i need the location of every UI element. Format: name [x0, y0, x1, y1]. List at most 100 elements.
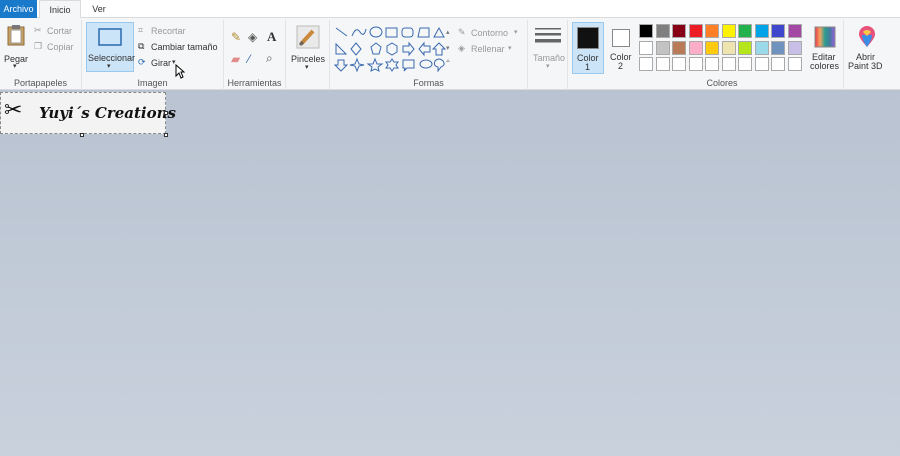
color-swatch[interactable]	[639, 57, 653, 71]
mouse-cursor-icon	[175, 64, 185, 79]
color-swatch[interactable]	[721, 40, 736, 55]
rotate-button[interactable]: ⟳ Girar ▾	[138, 57, 180, 70]
group-formas: ▴ ▾ ⩡ ✎ Contorno ▾ ◈ Rellenar ▾ Formas	[330, 20, 528, 90]
brushes-button[interactable]: Pinceles ▾	[288, 22, 328, 72]
crop-label: Recortar	[151, 26, 186, 36]
scissors-icon: ✂	[34, 25, 42, 35]
color2-swatch	[612, 29, 630, 47]
chevron-down-icon[interactable]: ▾	[305, 63, 309, 71]
color-swatch[interactable]	[655, 57, 670, 71]
scissors-icon: ✂	[4, 97, 23, 122]
clipboard-icon	[7, 25, 25, 46]
fill-label: Rellenar	[471, 44, 505, 54]
eraser-icon[interactable]: ▰	[231, 52, 240, 66]
color2-button[interactable]: Color 2	[608, 22, 634, 74]
group-imagen: Seleccionar ▾ ⌗ Recortar ⧉ Cambiar tamañ…	[82, 20, 224, 90]
pencil-icon[interactable]: ✎	[231, 30, 241, 44]
menu-tabs: Archivo Inicio Ver	[0, 0, 900, 19]
color-swatch[interactable]	[787, 57, 802, 71]
paint3d-icon	[859, 26, 875, 47]
color-swatch[interactable]	[787, 40, 802, 55]
color-swatch[interactable]	[688, 24, 703, 38]
color1-swatch	[577, 27, 599, 49]
select-button[interactable]: Seleccionar ▾	[86, 22, 136, 72]
scroll-up-icon[interactable]: ▴	[446, 28, 450, 36]
select-label: Seleccionar	[88, 53, 136, 63]
color-swatch[interactable]	[721, 57, 736, 71]
group-editar-colores: Editar colores	[808, 20, 844, 90]
canvas-image[interactable]: ✂ Yuyi´s Creations	[0, 92, 176, 134]
resize-label: Cambiar tamaño	[151, 42, 218, 52]
chevron-down-icon: ▾	[514, 29, 518, 36]
ribbon: Pegar ▾ ✂ Cortar ❐ Copiar Portapapeles S…	[0, 18, 900, 90]
color-swatch[interactable]	[705, 40, 719, 55]
group-color1: Color 1	[568, 20, 606, 90]
color-swatch[interactable]	[738, 40, 752, 55]
color-swatch[interactable]	[771, 57, 785, 71]
color-swatch[interactable]	[787, 24, 802, 38]
outline-button: ✎ Contorno ▾	[458, 27, 524, 40]
resize-icon: ⧉	[138, 41, 145, 51]
magnifier-icon[interactable]: ⌕	[266, 51, 273, 66]
color-swatch[interactable]	[655, 24, 670, 38]
open-paint3d-button[interactable]: Abrir Paint 3D	[846, 22, 888, 74]
fill-button: ◈ Rellenar ▾	[458, 43, 524, 56]
chevron-down-icon[interactable]: ▾	[107, 62, 111, 70]
paste-button[interactable]: Pegar ▾	[2, 22, 30, 70]
color2-number: 2	[618, 61, 624, 71]
color-swatch[interactable]	[738, 24, 752, 38]
fill-icon: ◈	[458, 43, 465, 53]
canvas-area[interactable]: ✂ Yuyi´s Creations	[0, 90, 900, 456]
color-swatch[interactable]	[754, 24, 769, 38]
tab-inicio[interactable]: Inicio	[39, 0, 81, 19]
color-swatch[interactable]	[754, 57, 769, 71]
group-label: Colores	[706, 78, 738, 88]
group-label: Portapapeles	[13, 78, 68, 88]
color-swatch[interactable]	[688, 40, 703, 55]
fill-bucket-icon[interactable]: ◈	[248, 30, 257, 44]
color-swatch[interactable]	[639, 24, 653, 38]
chevron-down-icon[interactable]: ▾	[13, 62, 17, 70]
rotate-label: Girar	[151, 58, 171, 68]
group-label: Imagen	[137, 78, 168, 88]
expand-gallery-icon[interactable]: ⩡	[446, 58, 450, 66]
copy-icon: ❐	[34, 41, 43, 51]
chevron-down-icon: ▾	[508, 45, 512, 52]
group-colores: Colores	[636, 20, 808, 90]
group-herramientas: ✎ ◈ A ▰ ⁄ ⌕ Herramientas	[224, 20, 286, 90]
color-swatch[interactable]	[705, 24, 719, 38]
scroll-down-icon[interactable]: ▾	[446, 44, 450, 52]
color-swatch[interactable]	[771, 40, 785, 55]
color1-number: 1	[585, 62, 591, 72]
color-swatch[interactable]	[672, 24, 686, 38]
color-swatch[interactable]	[672, 57, 686, 71]
tab-archivo[interactable]: Archivo	[0, 0, 37, 18]
color-swatch[interactable]	[672, 40, 686, 55]
crop-icon: ⌗	[138, 25, 144, 35]
rotate-icon: ⟳	[138, 57, 146, 67]
color-swatch[interactable]	[771, 24, 785, 38]
edit-colors-button[interactable]: Editar colores	[809, 22, 843, 74]
color-swatch[interactable]	[688, 57, 703, 71]
color-swatch[interactable]	[738, 57, 752, 71]
resize-button[interactable]: ⧉ Cambiar tamaño	[138, 41, 222, 54]
color-swatch[interactable]	[754, 40, 769, 55]
resize-handle-right[interactable]	[164, 111, 168, 115]
color-picker-icon[interactable]: ⁄	[248, 52, 250, 66]
resize-handle-bottom[interactable]	[80, 133, 84, 137]
color-swatch[interactable]	[705, 57, 719, 71]
color1-button[interactable]: Color 1	[572, 22, 604, 74]
tab-ver[interactable]: Ver	[82, 0, 116, 18]
text-tool-icon[interactable]: A	[267, 29, 276, 45]
color-swatch[interactable]	[655, 40, 670, 55]
brush-icon	[296, 25, 320, 49]
shapes-gallery[interactable]	[334, 26, 446, 72]
paint3d-label-2: Paint 3D	[848, 61, 883, 71]
color-swatch[interactable]	[639, 40, 653, 55]
select-rectangle-icon	[98, 28, 122, 46]
color-swatch[interactable]	[721, 24, 736, 38]
outline-label: Contorno	[471, 28, 509, 38]
resize-handle-corner[interactable]	[164, 133, 168, 137]
group-label: Herramientas	[227, 78, 282, 88]
color-palette	[639, 24, 809, 76]
